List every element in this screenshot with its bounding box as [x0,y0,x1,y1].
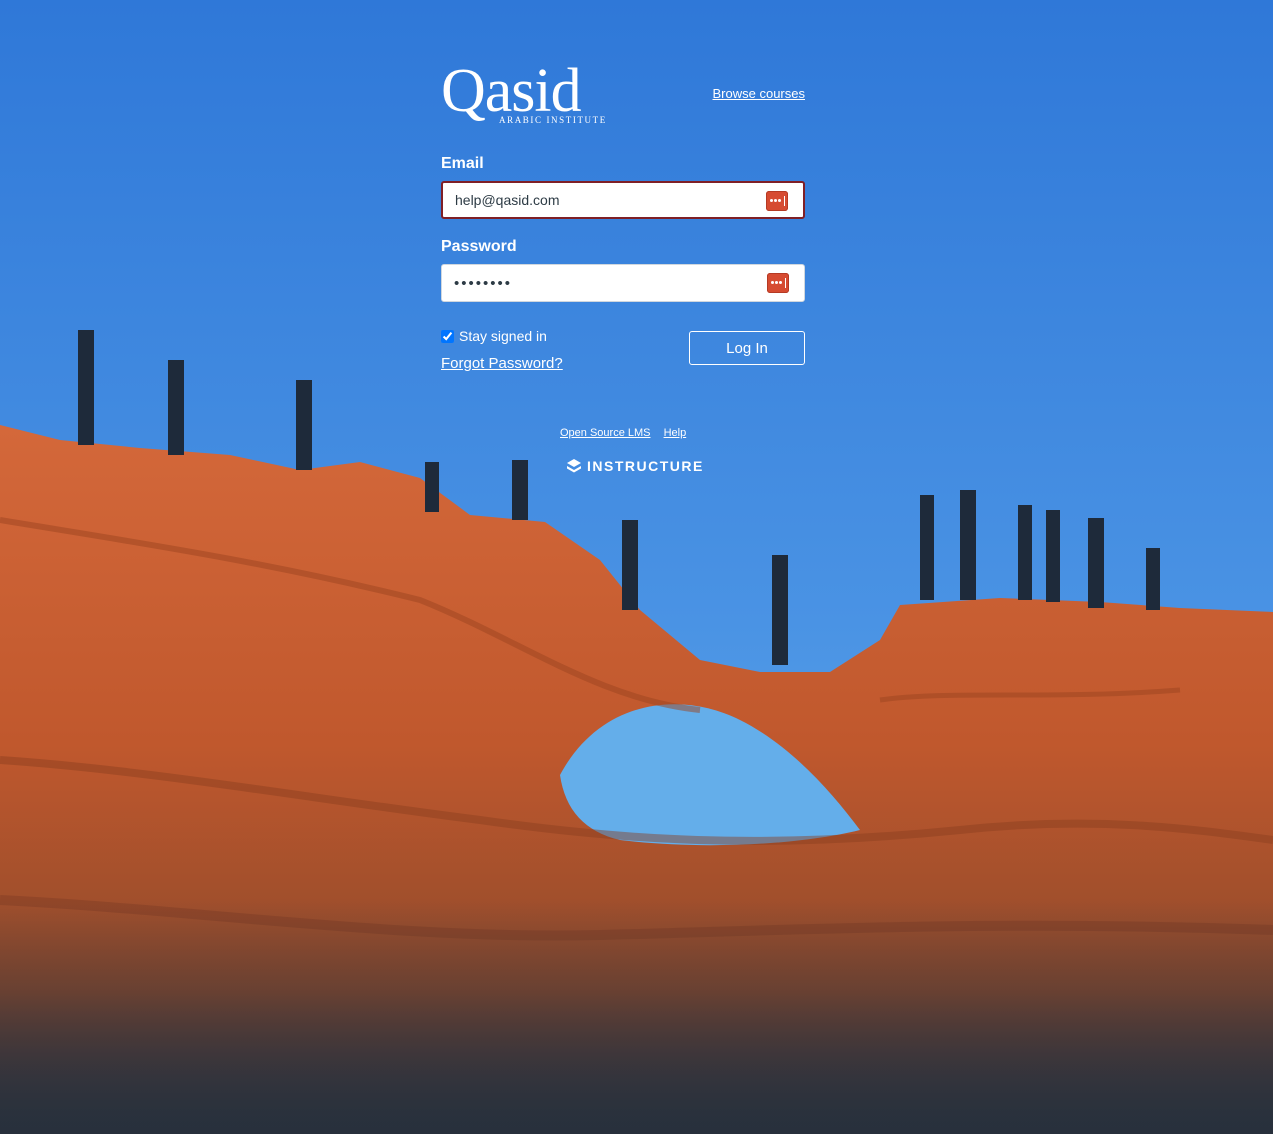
password-manager-icon[interactable] [767,273,789,293]
password-manager-icon[interactable] [766,191,788,211]
stay-signed-in-label: Stay signed in [459,328,547,344]
instructure-logo-icon [567,459,581,473]
instructure-wordmark: INSTRUCTURE [587,458,704,474]
stay-signed-in[interactable]: Stay signed in [441,328,547,344]
password-input[interactable] [454,265,754,301]
email-input[interactable] [455,183,755,217]
stay-signed-in-checkbox[interactable] [441,329,454,343]
logo-subtitle: ARABIC INSTITUTE [499,115,607,125]
password-label: Password [441,238,517,255]
login-button[interactable]: Log In [689,331,805,365]
password-field[interactable] [441,264,805,302]
forgot-password-link[interactable]: Forgot Password? [441,355,563,372]
instructure-logo[interactable]: INSTRUCTURE [567,458,704,474]
browse-courses-link[interactable]: Browse courses [713,86,805,101]
email-field[interactable] [441,181,805,219]
help-link[interactable]: Help [664,427,687,439]
qasid-logo[interactable]: Qasid ARABIC INSTITUTE [441,60,611,128]
email-label: Email [441,155,484,172]
logo-wordmark: Qasid [441,57,582,125]
open-source-lms-link[interactable]: Open Source LMS [560,427,651,439]
footer-links: Open Source LMS Help [560,427,696,439]
background-photo [0,0,1273,1134]
